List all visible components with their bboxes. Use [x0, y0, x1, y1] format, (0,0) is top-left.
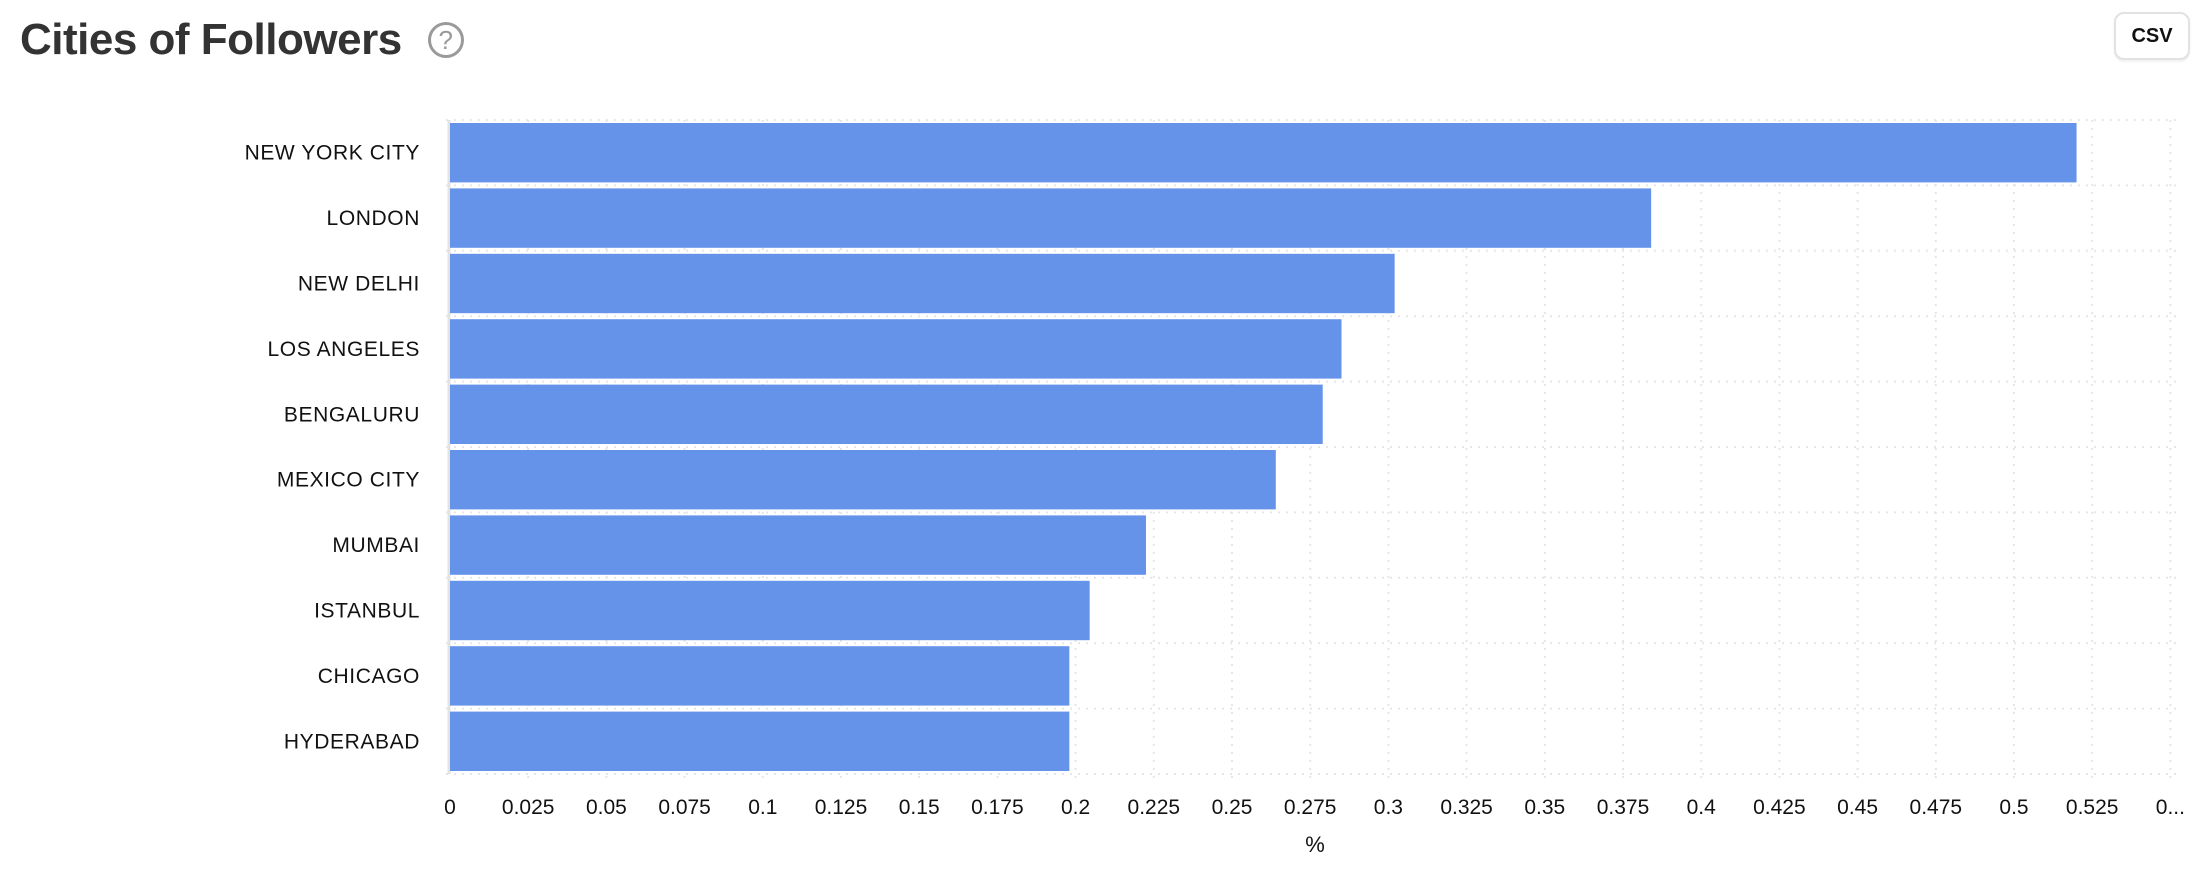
bar[interactable] [450, 515, 1146, 575]
category-label: CHICAGO [318, 665, 420, 688]
bar[interactable] [450, 253, 1395, 314]
bar[interactable] [450, 580, 1090, 641]
x-tick-label: 0.15 [899, 796, 940, 819]
x-tick-label: 0.375 [1597, 796, 1650, 819]
category-label: LONDON [327, 207, 420, 230]
bar[interactable] [450, 384, 1323, 444]
x-tick-label: 0.4 [1687, 796, 1717, 819]
x-tick-label: 0.45 [1837, 796, 1878, 819]
x-tick-label: 0.425 [1753, 796, 1806, 819]
x-tick-label: 0.1 [748, 796, 777, 819]
x-tick-label: 0.2 [1061, 796, 1090, 819]
category-label: ISTANBUL [314, 600, 420, 623]
x-tick-label: 0.25 [1212, 796, 1253, 819]
category-label: LOS ANGELES [267, 338, 420, 361]
x-tick-label: 0.125 [815, 796, 868, 819]
x-tick-label: 0.3 [1374, 796, 1403, 819]
x-tick-label: 0... [2156, 796, 2185, 819]
x-tick-label: 0.275 [1284, 796, 1337, 819]
category-label: MEXICO CITY [277, 469, 420, 492]
category-label: MUMBAI [332, 534, 420, 557]
bar[interactable] [450, 188, 1652, 248]
category-label: BENGALURU [284, 403, 420, 426]
bar[interactable] [450, 450, 1276, 510]
category-label: NEW DELHI [298, 273, 420, 296]
x-tick-label: 0.325 [1440, 796, 1493, 819]
category-label: HYDERABAD [284, 730, 420, 753]
x-tick-label: 0.475 [1910, 796, 1963, 819]
x-tick-label: 0.35 [1524, 796, 1565, 819]
category-label: NEW YORK CITY [245, 142, 420, 165]
x-tick-label: 0 [444, 796, 456, 819]
x-axis-title: % [1305, 832, 1325, 857]
bar[interactable] [450, 319, 1342, 379]
x-tick-label: 0.525 [2066, 796, 2119, 819]
bar[interactable] [450, 123, 2077, 183]
x-tick-label: 0.05 [586, 796, 627, 819]
bar-chart: NEW YORK CITY LONDON NEW DELHI LOS ANGELES B… [245, 119, 2185, 857]
bar[interactable] [450, 711, 1070, 771]
x-tick-label: 0.075 [658, 796, 711, 819]
bar[interactable] [450, 646, 1070, 706]
x-tick-label: 0.5 [1999, 796, 2028, 819]
x-tick-label: 0.225 [1128, 796, 1181, 819]
x-tick-label: 0.175 [971, 796, 1024, 819]
x-tick-label: 0.025 [502, 796, 555, 819]
